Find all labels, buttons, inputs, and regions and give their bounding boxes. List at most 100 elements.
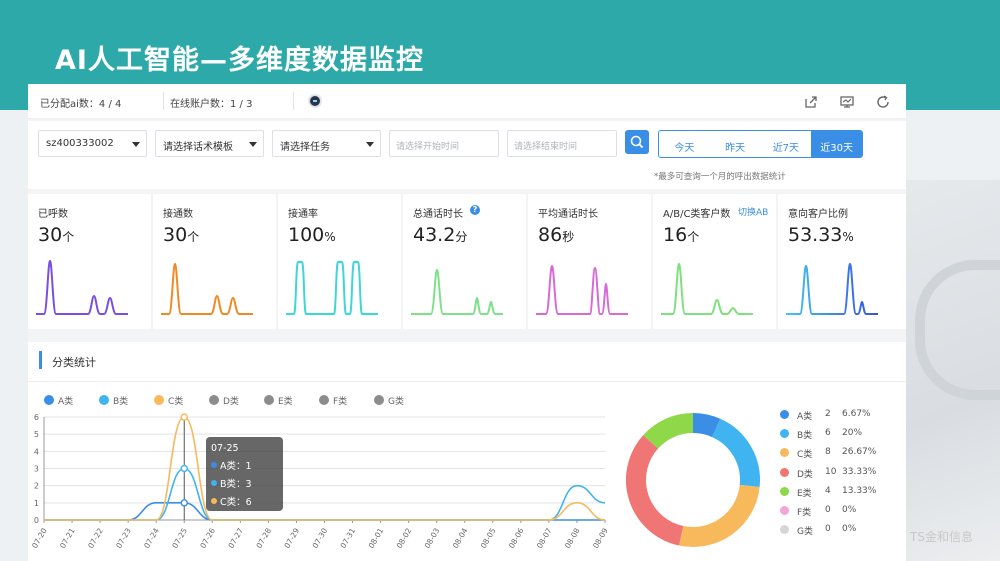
ai-assigned-count: 已分配ai数：4 / 4 <box>40 99 122 110</box>
legend-item-g[interactable]: G类 <box>374 394 404 407</box>
x-tick-label: 07-28 <box>254 526 273 550</box>
tooltip-row: A类：1 <box>211 458 283 472</box>
help-icon[interactable]: ? <box>470 205 480 215</box>
x-tick-label: 07-31 <box>339 526 358 550</box>
legend-item-f[interactable]: F类 <box>319 394 347 407</box>
stat-label: 意向客户比例 <box>788 209 848 220</box>
account-select[interactable]: sz400333002 <box>38 130 147 157</box>
legend-item-e[interactable]: E类 <box>264 394 293 407</box>
divider <box>293 92 294 110</box>
chevron-down-icon <box>249 142 257 147</box>
chart-tooltip: 07-25 A类：1 B类：3 C类：6 <box>206 437 283 511</box>
sparkline-chart <box>786 262 878 315</box>
robot-icon[interactable] <box>308 94 322 108</box>
category-line-chart[interactable]: 012345607-20 07-21 07-22 07-23 07-24 07-25 07-… <box>28 412 618 561</box>
series-point-B类 <box>180 464 188 473</box>
chevron-down-icon <box>366 142 374 147</box>
range-yesterday-button[interactable]: 昨天 <box>710 131 761 157</box>
stat-value: 16个 <box>663 224 700 246</box>
start-date-input[interactable]: 请选择开始时间 <box>389 130 499 157</box>
series-point-C类 <box>180 413 188 421</box>
y-tick-label: 2 <box>34 482 39 491</box>
range-30days-button[interactable]: 近30天 <box>811 131 862 157</box>
stat-card-calls: 已呼数 30个 <box>28 194 151 329</box>
sparkline-chart <box>161 262 253 315</box>
range-today-button[interactable]: 今天 <box>659 131 710 157</box>
sparkline-chart <box>286 261 378 315</box>
stats-row: 已呼数 30个 接通数 30个 接通率 100% 总通话时长 ? 43.2分 平… <box>28 194 906 329</box>
legend-item-c[interactable]: C类 <box>154 394 183 407</box>
template-select[interactable]: 请选择话术模板 <box>155 130 264 157</box>
donut-slice-A类[interactable] <box>692 413 721 438</box>
donut-slice-E类[interactable] <box>643 413 694 449</box>
task-select[interactable]: 请选择任务 <box>272 130 381 157</box>
switch-ab-link[interactable]: 切换AB <box>738 205 768 218</box>
sparkline-chart <box>36 259 128 315</box>
stat-label: 已呼数 <box>38 209 68 220</box>
page-title: AI人工智能—多维度数据监控 <box>55 45 424 76</box>
sparkline-chart <box>661 262 753 315</box>
stat-value: 43.2分 <box>413 224 468 246</box>
stat-card-avg-duration: 平均通话时长 86秒 <box>528 194 651 329</box>
x-tick-label: 07-24 <box>142 526 161 550</box>
x-tick-label: 07-21 <box>58 526 77 550</box>
date-range-group: 今天 昨天 近7天 近30天 <box>658 130 863 158</box>
x-tick-label: 08-05 <box>479 526 498 550</box>
end-date-input[interactable]: 请选择结束时间 <box>507 130 617 157</box>
filter-bar: sz400333002 请选择话术模板 请选择任务 请选择开始时间 请选择结束时… <box>28 121 906 189</box>
legend-item-b[interactable]: B类 <box>99 394 128 407</box>
donut-slice-D类[interactable] <box>626 435 684 546</box>
x-tick-label: 07-25 <box>170 526 189 550</box>
x-tick-label: 07-20 <box>30 526 49 550</box>
tooltip-row: C类：6 <box>211 494 283 508</box>
stat-label: 总通话时长 <box>413 209 463 220</box>
x-tick-label: 08-07 <box>535 526 554 550</box>
screen-icon[interactable] <box>839 94 855 110</box>
x-tick-label: 07-26 <box>198 526 217 550</box>
x-tick-label: 08-06 <box>507 526 526 550</box>
y-tick-label: 3 <box>34 465 39 474</box>
x-tick-label: 08-04 <box>451 526 470 550</box>
category-stats-section: 分类统计 A类 B类 C类 D类 E类 F类 G类 0 1 2 3 4 5 6 07-20 07… <box>28 342 906 561</box>
decorative-background <box>905 180 1000 561</box>
task-select-placeholder: 请选择任务 <box>280 142 330 153</box>
stat-label: 接通数 <box>163 209 193 220</box>
legend-item-a[interactable]: A类 <box>44 394 73 407</box>
x-tick-label: 07-29 <box>282 526 301 550</box>
donut-slice-C类[interactable] <box>679 484 760 547</box>
y-tick-label: 4 <box>34 447 39 456</box>
x-tick-label: 08-03 <box>423 526 442 550</box>
series-point-A类 <box>180 499 188 507</box>
share-icon[interactable] <box>803 94 819 110</box>
category-donut-chart[interactable] <box>623 407 763 557</box>
legend-item-d[interactable]: D类 <box>209 394 239 407</box>
x-tick-label: 07-22 <box>86 526 105 550</box>
stat-label: 平均通话时长 <box>538 209 598 220</box>
stat-card-connect-rate: 接通率 100% <box>278 194 401 329</box>
search-button[interactable] <box>625 130 649 154</box>
stat-card-total-duration: 总通话时长 ? 43.2分 <box>403 194 526 329</box>
stat-value: 30个 <box>38 224 75 246</box>
stat-label: A/B/C类客户数 <box>663 209 731 220</box>
template-select-placeholder: 请选择话术模板 <box>163 142 233 153</box>
info-bar: 已分配ai数：4 / 4 在线账户数：1 / 3 <box>28 84 906 119</box>
x-tick-label: 08-08 <box>563 526 582 550</box>
refresh-icon[interactable] <box>875 94 891 110</box>
y-tick-label: 6 <box>34 413 39 422</box>
title-accent-bar <box>39 351 42 369</box>
stat-card-abc-customers: A/B/C类客户数 切换AB 16个 <box>653 194 776 329</box>
tooltip-row: B类：3 <box>211 476 283 490</box>
x-tick-label: 07-30 <box>311 526 330 550</box>
online-accounts-count: 在线账户数：1 / 3 <box>170 99 253 110</box>
donut-slice-B类[interactable] <box>711 418 760 487</box>
x-tick-label: 08-09 <box>591 526 610 550</box>
sparkline-chart <box>411 268 503 315</box>
tooltip-date: 07-25 <box>211 443 239 454</box>
category-header: 分类统计 <box>28 342 906 382</box>
query-limit-note: *最多可查询一个月的呼出数据统计 <box>654 172 786 182</box>
x-tick-label: 08-01 <box>367 526 386 550</box>
range-7days-button[interactable]: 近7天 <box>761 131 812 157</box>
search-icon <box>630 135 644 149</box>
watermark-logo: TS金和信息 <box>910 530 973 544</box>
y-tick-label: 1 <box>34 499 39 508</box>
